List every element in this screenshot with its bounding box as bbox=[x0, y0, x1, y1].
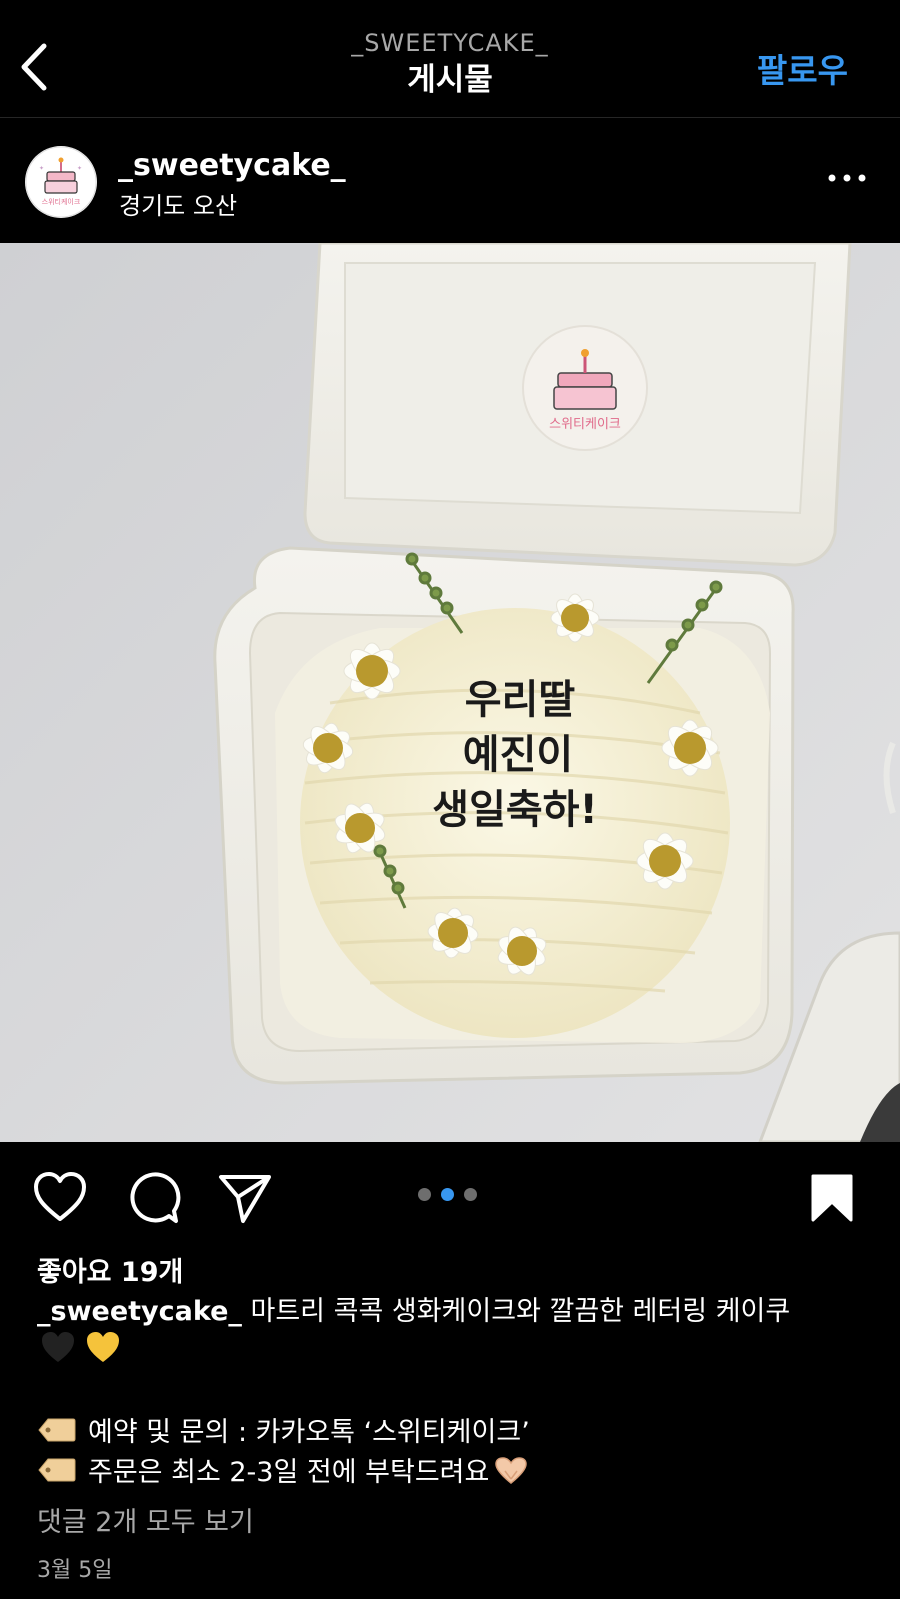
avatar[interactable]: ✦ ✦ 스위티케이크 bbox=[25, 146, 97, 218]
cake-lettering-line: 우리딸 bbox=[465, 677, 576, 723]
more-horizontal-icon bbox=[828, 174, 866, 182]
likes-count[interactable]: 좋아요 19개 bbox=[37, 1250, 183, 1289]
bookmark-icon bbox=[811, 1174, 853, 1222]
follow-button[interactable]: 팔로우 bbox=[757, 44, 848, 92]
save-button[interactable] bbox=[810, 1173, 854, 1227]
heart-hands-icon bbox=[493, 1455, 529, 1492]
caption-username[interactable]: _sweetycake_ bbox=[37, 1296, 242, 1327]
sticker-text: 스위티케이크 bbox=[549, 417, 621, 432]
cake-lettering-line: 예진이 bbox=[463, 732, 573, 778]
cake-logo-avatar: ✦ ✦ 스위티케이크 bbox=[25, 146, 97, 218]
caption-line-text: 주문은 최소 2-3일 전에 부탁드려요 bbox=[88, 1457, 490, 1488]
caption-line-order: 주문은 최소 2-3일 전에 부탁드려요 bbox=[38, 1450, 529, 1492]
comment-button[interactable] bbox=[125, 1171, 181, 1229]
caption-emojis bbox=[40, 1330, 121, 1370]
carousel-dot bbox=[418, 1188, 431, 1201]
post-date: 3월 5일 bbox=[37, 1558, 113, 1583]
send-icon bbox=[219, 1175, 271, 1223]
svg-text:✦: ✦ bbox=[77, 165, 82, 172]
post-header: ✦ ✦ 스위티케이크 _sweetycake_ 경기도 오산 bbox=[0, 118, 900, 243]
view-all-comments-link[interactable]: 댓글 2개 모두 보기 bbox=[37, 1500, 254, 1539]
carousel-dot-active bbox=[441, 1188, 454, 1201]
caption-line-reservation: 예약 및 문의 : 카카오톡 ‘스위티케이크’ bbox=[38, 1410, 530, 1450]
post-username[interactable]: _sweetycake_ bbox=[118, 148, 346, 183]
caption: _sweetycake_ 마트리 콕콕 생화케이크와 깔끔한 레터링 케이쿠 bbox=[37, 1293, 877, 1331]
caption-line-text: 예약 및 문의 : 카카오톡 ‘스위티케이크’ bbox=[88, 1417, 530, 1448]
carousel-dot bbox=[464, 1188, 477, 1201]
label-tag-icon bbox=[38, 1417, 76, 1450]
top-nav-bar: _SWEETYCAKE_ 게시물 팔로우 bbox=[0, 0, 900, 118]
share-button[interactable] bbox=[217, 1173, 273, 1229]
comment-icon bbox=[130, 1172, 181, 1223]
cake-lettering-line: 생일축하! bbox=[432, 787, 597, 833]
label-tag-icon bbox=[38, 1457, 76, 1490]
heart-icon bbox=[34, 1172, 86, 1221]
yellow-heart-icon bbox=[87, 1332, 120, 1362]
svg-text:✦: ✦ bbox=[39, 165, 44, 172]
post-photo[interactable]: 스위티케이크 우리딸 예진이 생일축하! bbox=[0, 243, 900, 1142]
like-button[interactable] bbox=[32, 1171, 88, 1227]
caption-text: 마트리 콕콕 생화케이크와 깔끔한 레터링 케이쿠 bbox=[241, 1296, 791, 1327]
cake-photo-illustration: 스위티케이크 우리딸 예진이 생일축하! bbox=[0, 243, 900, 1142]
black-heart-icon bbox=[42, 1332, 74, 1362]
avatar-logo-text: 스위티케이크 bbox=[42, 197, 81, 206]
carousel-indicator bbox=[418, 1186, 487, 1201]
post-location[interactable]: 경기도 오산 bbox=[119, 186, 237, 221]
more-options-button[interactable] bbox=[824, 166, 870, 190]
